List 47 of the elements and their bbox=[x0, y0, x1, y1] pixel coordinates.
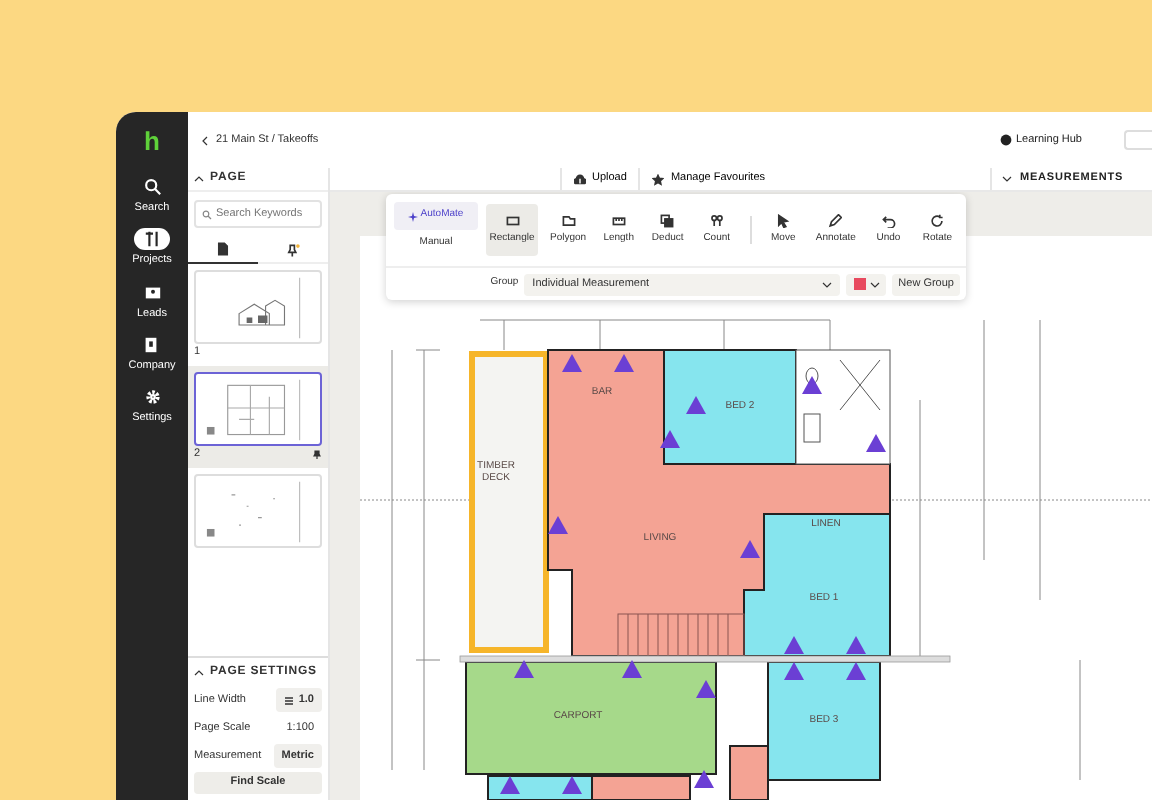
color-picker[interactable] bbox=[846, 273, 887, 295]
count-marker-icon[interactable] bbox=[548, 516, 568, 534]
page-thumbnail[interactable] bbox=[194, 372, 322, 446]
stairs-drawing bbox=[617, 613, 745, 657]
room-area[interactable] bbox=[729, 745, 769, 800]
back-chevron-icon bbox=[200, 135, 210, 145]
deck-area[interactable] bbox=[469, 351, 549, 653]
bedroom-area[interactable] bbox=[663, 349, 797, 465]
count-marker-icon[interactable] bbox=[740, 540, 760, 558]
expand-chevron-icon bbox=[1002, 174, 1012, 184]
dropdown-caret-icon bbox=[822, 279, 833, 289]
rectangle-icon bbox=[505, 213, 519, 228]
polygon-icon bbox=[561, 213, 576, 228]
map-pins-icon bbox=[709, 213, 724, 228]
pin-icon bbox=[286, 243, 300, 257]
count-marker-icon[interactable] bbox=[562, 354, 582, 372]
count-marker-icon[interactable] bbox=[694, 770, 714, 788]
page-icon bbox=[216, 242, 230, 256]
count-marker-icon[interactable] bbox=[686, 396, 706, 414]
count-marker-icon[interactable] bbox=[866, 434, 886, 452]
bedroom-area[interactable] bbox=[767, 661, 881, 781]
living-area[interactable] bbox=[547, 349, 891, 657]
carport-area[interactable] bbox=[465, 661, 717, 775]
cursor-icon bbox=[776, 213, 791, 228]
search-icon bbox=[202, 209, 212, 219]
search-field[interactable] bbox=[1124, 130, 1152, 150]
rotate-icon bbox=[930, 213, 945, 228]
ruler-icon bbox=[611, 213, 626, 228]
info-icon bbox=[999, 134, 1012, 146]
star-icon bbox=[652, 173, 665, 185]
lines-icon bbox=[284, 695, 295, 705]
dropdown-caret-icon bbox=[869, 279, 880, 289]
color-swatch bbox=[853, 278, 866, 290]
bathroom-drawing bbox=[795, 349, 891, 465]
cloud-upload-icon bbox=[574, 173, 586, 185]
count-marker-icon[interactable] bbox=[696, 680, 716, 698]
overlapping-squares-icon bbox=[660, 213, 675, 228]
undo-icon bbox=[881, 213, 896, 228]
bedroom-area[interactable] bbox=[743, 513, 891, 657]
count-marker-icon[interactable] bbox=[614, 354, 634, 372]
pencil-icon bbox=[828, 213, 843, 228]
count-marker-icon[interactable] bbox=[660, 430, 680, 448]
sparkle-icon bbox=[408, 211, 419, 221]
collapse-chevron-icon bbox=[194, 667, 204, 677]
logo: h bbox=[144, 128, 160, 156]
count-marker-icon[interactable] bbox=[802, 376, 822, 394]
collapse-chevron-icon bbox=[194, 174, 204, 184]
